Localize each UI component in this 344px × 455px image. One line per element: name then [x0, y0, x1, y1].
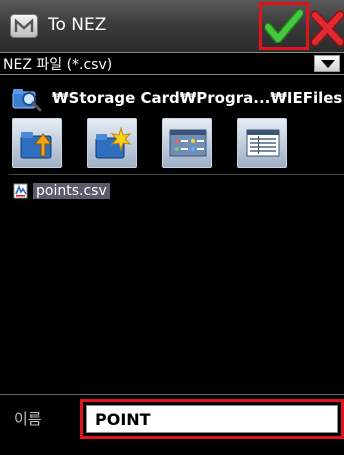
name-row: 이름: [0, 394, 344, 444]
ok-button[interactable]: [259, 2, 309, 50]
cancel-button[interactable]: [310, 6, 344, 48]
window-title: To NEZ: [48, 15, 107, 35]
new-folder-icon: [95, 126, 132, 159]
detail-view-button[interactable]: [237, 118, 287, 168]
name-input-highlight: [80, 399, 344, 439]
dropdown-button[interactable]: [314, 55, 340, 72]
csv-file-icon: [13, 183, 28, 199]
menu-m-icon[interactable]: [10, 14, 38, 38]
name-label: 이름: [14, 410, 42, 428]
file-type-value: NEZ 파일 (*.csv): [3, 57, 113, 73]
name-input-box: [86, 405, 338, 433]
list-item[interactable]: points.csv: [13, 181, 110, 201]
toolbar: [0, 118, 344, 172]
file-name-input[interactable]: [87, 406, 337, 432]
current-path: ₩Storage Card₩Progra...₩IEFiles: [52, 89, 343, 107]
file-name: points.csv: [33, 183, 110, 199]
file-list[interactable]: points.csv: [9, 174, 344, 394]
file-type-select[interactable]: NEZ 파일 (*.csv): [0, 52, 344, 75]
up-folder-icon: [20, 132, 53, 159]
path-bar: ₩Storage Card₩Progra...₩IEFiles: [0, 80, 344, 116]
new-folder-button[interactable]: [87, 118, 137, 168]
list-view-button[interactable]: [162, 118, 212, 168]
folder-search-icon[interactable]: [12, 86, 42, 112]
title-bar: To NEZ: [0, 0, 344, 52]
up-folder-button[interactable]: [12, 118, 62, 168]
checkmark-icon: [265, 9, 303, 43]
dropdown-arrow-icon: [321, 60, 335, 68]
close-x-icon: [310, 10, 344, 47]
list-view-icon: [169, 129, 207, 157]
detail-view-icon: [246, 129, 280, 157]
